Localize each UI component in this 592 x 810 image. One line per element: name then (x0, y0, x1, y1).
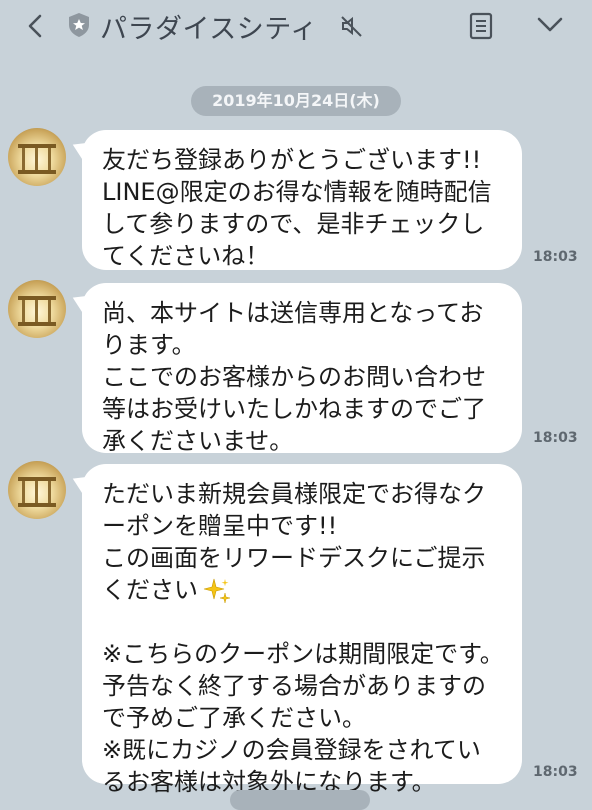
star-shield-icon (69, 13, 89, 37)
speaker-muted-icon (341, 16, 362, 37)
avatar[interactable] (8, 128, 66, 186)
message-line: 尚、本サイトは送信専用となってお (102, 299, 484, 327)
next-date-separator (230, 790, 370, 810)
message-line: ※既にカジノの会員登録をされてい (102, 736, 481, 764)
carousel-logo-icon (18, 144, 56, 174)
sparkles-icon (203, 578, 231, 604)
message-line: LINE@限定のお得な情報を随時配信 (102, 178, 492, 206)
message-time: 18:03 (533, 249, 578, 265)
chevron-down-icon[interactable] (536, 14, 564, 36)
message-line: ります。 (102, 331, 196, 359)
message-line: ここでのお客様からのお問い合わせ (102, 363, 486, 391)
message-line: ただいま新規会員様限定でお得なク (102, 480, 486, 508)
chat-title: パラダイスシティ (100, 14, 318, 45)
message-line: 承くださいませ。 (102, 427, 294, 455)
message-bubble[interactable]: 尚、本サイトは送信専用となってお ります。 ここでのお客様からのお問い合わせ 等… (68, 283, 522, 455)
message-line: ※こちらのクーポンは期間限定です。 (102, 640, 504, 668)
message-line-text: ください (102, 576, 198, 604)
chat-header: パラダイスシティ (0, 0, 592, 52)
carousel-logo-icon (18, 296, 56, 326)
date-separator: 2019年10月24日(木) (191, 86, 401, 116)
message-line: 友だち登録ありがとうございます!! (102, 146, 482, 174)
message-line: ーポンを贈呈中です!! (102, 512, 338, 540)
avatar[interactable] (8, 280, 66, 338)
message-bubble[interactable]: ただいま新規会員様限定でお得なク ーポンを贈呈中です!! この画面をリワードデス… (68, 464, 522, 796)
message-line: して参りますので、是非チェックし (102, 210, 485, 238)
message-time: 18:03 (533, 430, 578, 446)
message-line (102, 606, 504, 638)
message-line: 予告なく終了する場合がありますの (102, 672, 486, 700)
carousel-logo-icon (18, 477, 56, 507)
chevron-left-icon[interactable] (22, 12, 50, 40)
message-time: 18:03 (533, 764, 578, 780)
avatar[interactable] (8, 461, 66, 519)
message-line: てくださいね！ (102, 242, 270, 270)
message-line: この画面をリワードデスクにご提示 (102, 544, 486, 572)
message-line: 等はお受けいたしかねますのでご了 (102, 395, 486, 423)
message-line: で予めご了承ください。 (102, 704, 366, 732)
message-line: ください (102, 574, 504, 606)
note-icon[interactable] (468, 12, 494, 40)
message-bubble[interactable]: 友だち登録ありがとうございます!! LINE@限定のお得な情報を随時配信 して参… (68, 130, 522, 270)
